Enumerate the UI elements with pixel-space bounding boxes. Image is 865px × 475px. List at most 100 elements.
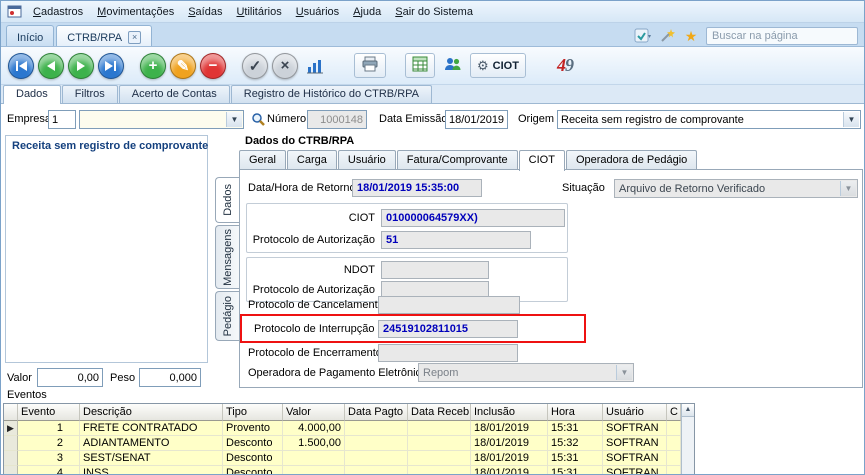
table-row[interactable]: 3SEST/SENATDesconto18/01/201915:31SOFTRA… — [4, 451, 694, 466]
last-record-button[interactable] — [98, 53, 124, 79]
column-header[interactable]: Data Receb. — [408, 404, 471, 421]
page-tab-acerto[interactable]: Acerto de Contas — [119, 85, 230, 103]
users-button[interactable] — [440, 53, 466, 79]
cell-evento: 4 — [18, 466, 80, 475]
retorno-field: 18/01/2019 15:35:00 — [352, 179, 482, 197]
cell-usuario: SOFTRAN — [603, 466, 667, 475]
situacao-combo[interactable]: Arquivo de Retorno Verificado ▼ — [614, 179, 858, 198]
menu-item-movimentacoes[interactable]: Movimentações — [90, 4, 181, 20]
tab-inicio[interactable]: Início — [6, 25, 54, 46]
side-tab-mensagens[interactable]: Mensagens — [215, 225, 240, 289]
page-tab-filtros[interactable]: Filtros — [62, 85, 118, 103]
numero-field[interactable]: 1000148 — [307, 110, 367, 129]
cell-c — [667, 466, 681, 475]
detail-tab-geral-label: Geral — [249, 154, 276, 166]
confirm-button[interactable]: ✓ — [242, 53, 268, 79]
page-tab-dados[interactable]: Dados — [3, 85, 61, 104]
page-tab-historico[interactable]: Registro de Histórico do CTRB/RPA — [231, 85, 432, 103]
column-header[interactable]: Inclusão — [471, 404, 548, 421]
cell-descricao: SEST/SENAT — [80, 451, 223, 466]
empresa-code-field[interactable]: 1 — [48, 110, 76, 129]
table-row[interactable]: ▶1FRETE CONTRATADOProvento4.000,0018/01/… — [4, 421, 694, 436]
edit-record-button[interactable]: ✎ — [170, 53, 196, 79]
operadora-pagamento-combo[interactable]: Repom ▼ — [418, 363, 634, 382]
ndot-number-field[interactable] — [381, 261, 489, 279]
detail-tab-usuario[interactable]: Usuário — [338, 150, 396, 170]
table-row[interactable]: 2ADIANTAMENTODesconto1.500,0018/01/20191… — [4, 436, 694, 451]
tab-inicio-label: Início — [17, 32, 43, 44]
chart-button[interactable] — [302, 53, 328, 79]
next-record-button[interactable] — [68, 53, 94, 79]
delete-record-button[interactable]: − — [200, 53, 226, 79]
magic-wand-icon[interactable] — [658, 27, 676, 44]
prior-record-button[interactable] — [38, 53, 64, 79]
favorites-star-icon[interactable]: ★ — [682, 27, 700, 44]
empresa-combo[interactable]: ▼ — [79, 110, 244, 129]
ciot-number-label: CIOT — [247, 212, 375, 224]
ciot-protocolo-autorizacao-field[interactable]: 51 — [381, 231, 531, 249]
menu-item-saidas[interactable]: Saídas — [181, 4, 229, 20]
column-header[interactable]: Evento — [18, 404, 80, 421]
detail-tab-carga-label: Carga — [297, 154, 327, 166]
cancel-button[interactable]: × — [272, 53, 298, 79]
detail-tab-fatura[interactable]: Fatura/Comprovante — [397, 150, 518, 170]
chevron-down-icon[interactable]: ▼ — [226, 112, 242, 127]
menu-item-utilitarios[interactable]: Utilitários — [229, 4, 288, 20]
cell-valor: 4.000,00 — [283, 421, 345, 436]
data-emissao-label: Data Emissão — [379, 113, 447, 125]
protocolo-encerramento-field[interactable] — [378, 344, 518, 362]
cell-valor: 1.500,00 — [283, 436, 345, 451]
detail-tab-pedagio[interactable]: Operadora de Pedágio — [566, 150, 697, 170]
protocolo-cancelamento-field[interactable] — [378, 296, 520, 314]
column-header[interactable]: Tipo — [223, 404, 283, 421]
cell-data_pagto — [345, 421, 408, 436]
table-row[interactable]: 4INSSDesconto18/01/201915:31SOFTRAN — [4, 466, 694, 475]
ciot-button[interactable]: ⚙ CIOT — [470, 53, 526, 78]
cell-c — [667, 436, 681, 451]
detail-tab-carga[interactable]: Carga — [287, 150, 337, 170]
menu-item-sair[interactable]: Sair do Sistema — [388, 4, 480, 20]
cell-descricao: ADIANTAMENTO — [80, 436, 223, 451]
detail-tab-geral[interactable]: Geral — [239, 150, 286, 170]
receita-title: Receita sem registro de comprovante — [12, 140, 208, 152]
cell-tipo: Provento — [223, 421, 283, 436]
column-header[interactable]: Valor — [283, 404, 345, 421]
menu-item-usuarios[interactable]: Usuários — [289, 4, 346, 20]
close-tab-icon[interactable]: × — [128, 31, 141, 44]
search-company-icon[interactable] — [249, 111, 267, 128]
users-icon — [444, 56, 462, 75]
menu-item-ajuda[interactable]: Ajuda — [346, 4, 388, 20]
menu-item-cadastros[interactable]: Cadastros — [26, 4, 90, 20]
vertical-scrollbar[interactable]: ▲ — [681, 404, 694, 475]
valor-label: Valor — [7, 372, 32, 384]
column-header[interactable]: Descrição — [80, 404, 223, 421]
side-tab-pedagio[interactable]: Pedágio — [215, 291, 240, 341]
tab-ctrb-rpa[interactable]: CTRB/RPA × — [56, 25, 152, 46]
ciot-tab-content: Data/Hora de Retorno 18/01/2019 15:35:00… — [239, 169, 863, 388]
column-header[interactable]: Usuário — [603, 404, 667, 421]
side-tab-dados[interactable]: Dados — [215, 177, 240, 223]
search-input[interactable] — [706, 27, 858, 45]
column-header[interactable]: Data Pagto — [345, 404, 408, 421]
valor-field[interactable]: 0,00 — [37, 368, 103, 387]
tab-bar-tools: ★ — [634, 25, 858, 46]
peso-field[interactable]: 0,000 — [139, 368, 201, 387]
export-button[interactable] — [405, 53, 435, 78]
origem-combo[interactable]: Receita sem registro de comprovante ▼ — [557, 110, 861, 129]
scroll-up-icon[interactable]: ▲ — [682, 404, 694, 417]
column-header[interactable]: C — [667, 404, 681, 421]
detail-tab-ciot[interactable]: CIOT — [519, 150, 565, 171]
toolbar: + ✎ − ✓ × ⚙ CIOT 49 — [1, 47, 864, 85]
ciot-number-field[interactable]: 010000064579XX) — [381, 209, 565, 227]
tab-list-dropdown-icon[interactable] — [634, 27, 652, 44]
column-header[interactable]: Hora — [548, 404, 603, 421]
ciot-protocolo-autorizacao-label: Protocolo de Autorização — [247, 234, 375, 246]
data-emissao-field[interactable]: 18/01/2019 — [445, 110, 508, 129]
chevron-down-icon[interactable]: ▼ — [843, 112, 859, 127]
print-button[interactable] — [354, 53, 386, 78]
first-record-button[interactable] — [8, 53, 34, 79]
insert-record-button[interactable]: + — [140, 53, 166, 79]
cell-tipo: Desconto — [223, 466, 283, 475]
highlight-rectangle — [240, 314, 586, 343]
detail-tab-bar: Geral Carga Usuário Fatura/Comprovante C… — [239, 148, 698, 170]
